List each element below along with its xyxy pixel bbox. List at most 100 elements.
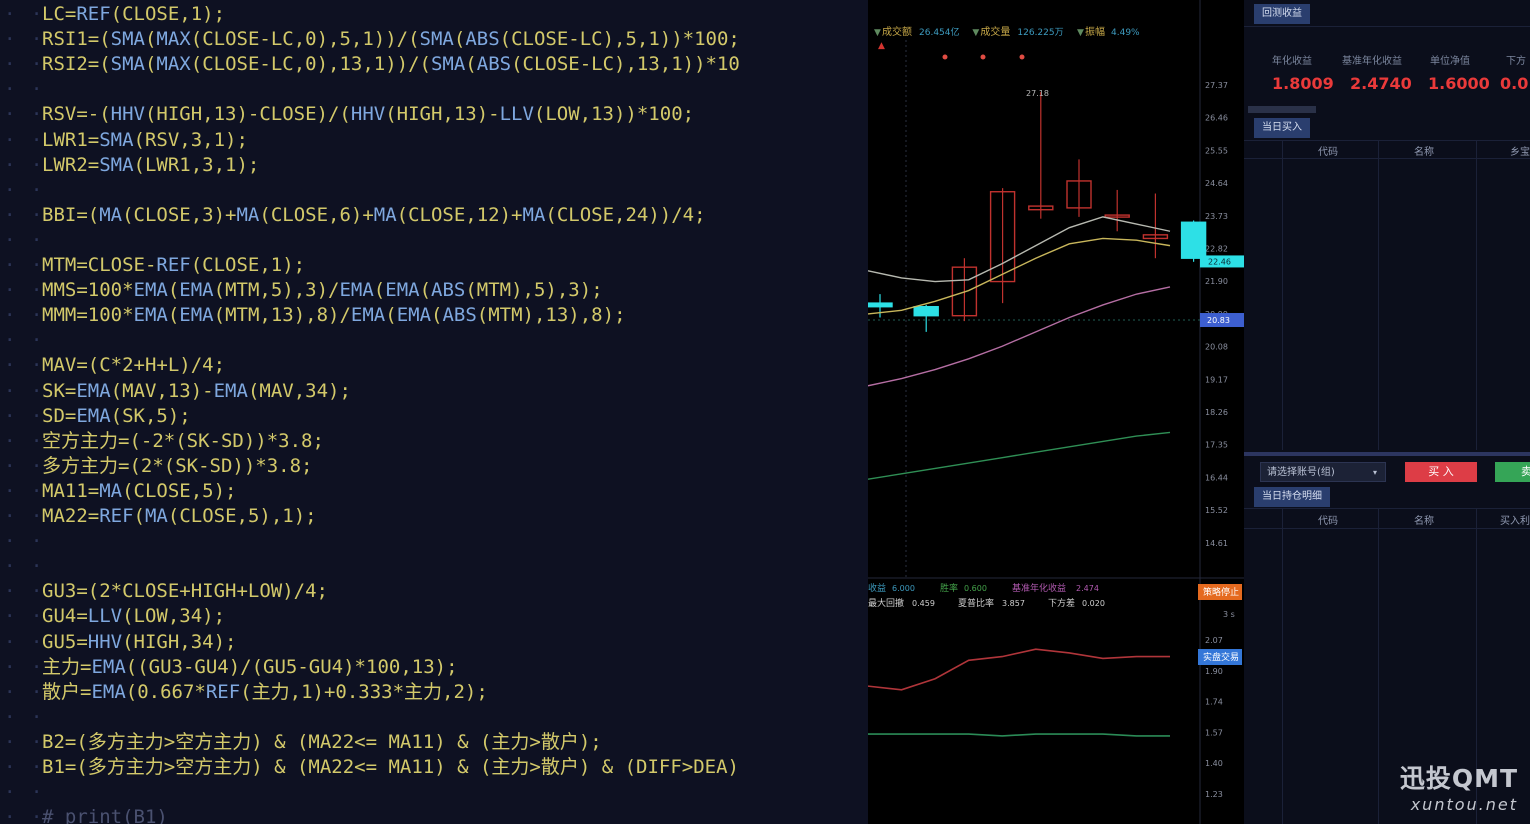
indent-guide: · · <box>4 28 45 51</box>
indicator-line <box>868 733 1170 737</box>
code-line[interactable]: · · LWR1=SMA(RSV,3,1); <box>0 128 868 153</box>
indent-guide: · · <box>4 555 45 578</box>
price-tick-label: 14.61 <box>1205 539 1228 548</box>
code-line[interactable]: · · RSV=-(HHV(HIGH,13)-CLOSE)/(HHV(HIGH,1… <box>0 102 868 127</box>
position-col-name: 名称 <box>1414 516 1434 527</box>
signal-dot <box>1019 54 1025 60</box>
backtest-side-panel: 回测收益 年化收益 1.8009 基准年化收益 2.4740 单位净值 1.60… <box>1244 0 1530 824</box>
stat-value-unit-nav: 1.6000 <box>1428 74 1490 93</box>
price-tick-label: 23.73 <box>1205 212 1228 221</box>
sub-header-label: 胜率 <box>940 582 958 594</box>
tab-today-positions[interactable]: 当日持仓明细 <box>1254 487 1330 507</box>
code-line[interactable]: · · <box>0 77 868 102</box>
header-value: 4.49% <box>1111 28 1140 38</box>
code-line[interactable]: · · 空方主力=(-2*(SK-SD))*3.8; <box>0 429 868 454</box>
sub-header-value: 6.000 <box>892 584 915 593</box>
code-line[interactable]: · · <box>0 705 868 730</box>
code-line[interactable]: · · MTM=CLOSE-REF(CLOSE,1); <box>0 253 868 278</box>
current-price-text: 22.46 <box>1208 257 1231 266</box>
code-line[interactable]: · · B2=(多方主力>空方主力) & (MA22<= MA11) & (主力>… <box>0 730 868 755</box>
indent-guide: · · <box>4 630 45 653</box>
buy-button[interactable]: 买 入 <box>1405 462 1477 482</box>
stock-chart-panel[interactable]: ▼ 成交额 26.454亿 ▼ 成交量 126.225万 ▼ 振幅 4.49% ▲ 27.37 26.… <box>868 0 1244 824</box>
high-price-label: 27.18 <box>1026 89 1049 98</box>
code-line[interactable]: · · <box>0 529 868 554</box>
code-line[interactable]: · · <box>0 328 868 353</box>
code-line-text: MMM=100*EMA(EMA(MTM,13),8)/EMA(EMA(ABS(M… <box>42 304 626 327</box>
sub-header-label: 基准年化收益 <box>1012 582 1066 594</box>
sub-header-label: 下方差 <box>1048 597 1075 609</box>
code-line[interactable]: · · <box>0 554 868 579</box>
indent-guide: · · <box>4 705 45 728</box>
indicator-line <box>868 648 1170 691</box>
code-line[interactable]: · · RSI2=(SMA(MAX(CLOSE-LC,0),13,1))/(SMA… <box>0 52 868 77</box>
code-line-text: MAV=(C*2+H+L)/4; <box>42 354 226 377</box>
sell-button[interactable]: 卖 <box>1495 462 1530 482</box>
indent-guide: · · <box>4 304 45 327</box>
code-line[interactable]: · · B1=(多方主力>空方主力) & (MA22<= MA11) & (主力>… <box>0 755 868 780</box>
code-line[interactable]: · · <box>0 780 868 805</box>
code-line[interactable]: · · MAV=(C*2+H+L)/4; <box>0 353 868 378</box>
price-tick-label: 27.37 <box>1205 81 1228 90</box>
code-line[interactable]: · · BBI=(MA(CLOSE,3)+MA(CLOSE,6)+MA(CLOSE… <box>0 203 868 228</box>
code-line-text: B2=(多方主力>空方主力) & (MA22<= MA11) & (主力>散户)… <box>42 730 602 753</box>
base-price-text: 20.83 <box>1207 316 1230 325</box>
indent-guide: · · <box>4 254 45 276</box>
stat-label-annual-return: 年化收益 <box>1272 56 1312 67</box>
code-line[interactable]: · · LWR2=SMA(LWR1,3,1); <box>0 153 868 178</box>
indent-guide: · · <box>4 128 45 151</box>
tab-backtest-returns[interactable]: 回测收益 <box>1254 4 1310 24</box>
moving-average-line <box>868 216 1171 283</box>
indent-guide: · · <box>4 806 45 824</box>
sub-header-label: 夏普比率 <box>958 597 994 609</box>
code-line[interactable]: · · 散户=EMA(0.667*REF(主力,1)+0.333*主力,2); <box>0 680 868 705</box>
code-line[interactable]: · · MA22=REF(MA(CLOSE,5),1); <box>0 504 868 529</box>
code-line[interactable]: · · 多方主力=(2*(SK-SD))*3.8; <box>0 454 868 479</box>
header-arrow-icon: ▼ <box>874 28 881 38</box>
signal-dot <box>980 54 986 60</box>
code-line[interactable]: · · SK=EMA(MAV,13)-EMA(MAV,34); <box>0 379 868 404</box>
horizontal-scrollbar[interactable] <box>1248 106 1316 113</box>
code-line[interactable]: · · GU4=LLV(LOW,34); <box>0 604 868 629</box>
code-line-text: GU4=LLV(LOW,34); <box>42 605 226 628</box>
header-value: 126.225万 <box>1017 28 1063 38</box>
moving-average-line <box>868 237 1171 315</box>
code-line-text: SD=EMA(SK,5); <box>42 404 191 427</box>
sub-tick-label: 1.74 <box>1205 698 1223 707</box>
code-line[interactable]: · · RSI1=(SMA(MAX(CLOSE-LC,0),5,1))/(SMA(… <box>0 27 868 52</box>
code-line-text: 多方主力=(2*(SK-SD))*3.8; <box>42 454 313 477</box>
price-tick-label: 17.35 <box>1205 441 1228 450</box>
code-line[interactable]: · · LC=REF(CLOSE,1); <box>0 2 868 27</box>
code-editor[interactable]: · · LC=REF(CLOSE,1); · · RSI1=(SMA(MAX(CLOS… <box>0 0 868 824</box>
indent-guide: · · <box>4 756 45 778</box>
sub-header-label: 最大回撤 <box>868 597 904 609</box>
code-line[interactable]: · · GU3=(2*CLOSE+HIGH+LOW)/4; <box>0 579 868 604</box>
code-line[interactable]: · · 主力=EMA((GU3-GU4)/(GU5-GU4)*100,13); <box>0 655 868 680</box>
code-line[interactable]: · · MA11=MA(CLOSE,5); <box>0 479 868 504</box>
code-line[interactable]: · · <box>0 228 868 253</box>
code-line-text: SK=EMA(MAV,13)-EMA(MAV,34); <box>42 379 351 402</box>
code-line[interactable]: · · MMM=100*EMA(EMA(MTM,13),8)/EMA(EMA(AB… <box>0 303 868 328</box>
code-line-text: RSI1=(SMA(MAX(CLOSE-LC,0),5,1))/(SMA(ABS… <box>42 28 740 51</box>
code-line[interactable]: · · GU5=HHV(HIGH,34); <box>0 630 868 655</box>
code-line[interactable]: · · SD=EMA(SK,5); <box>0 404 868 429</box>
tab-today-buy[interactable]: 当日买入 <box>1254 118 1310 138</box>
code-line-text: MA11=MA(CLOSE,5); <box>42 479 237 502</box>
code-line[interactable]: · · # print(B1) <box>0 805 868 824</box>
price-tick-label: 16.44 <box>1205 473 1228 482</box>
code-line-text: B1=(多方主力>空方主力) & (MA22<= MA11) & (主力>散户)… <box>42 756 739 778</box>
indent-guide: · · <box>4 429 45 452</box>
moving-average-line <box>868 286 1171 387</box>
stat-value-annual-return: 1.8009 <box>1272 74 1334 93</box>
code-line-text: GU5=HHV(HIGH,34); <box>42 630 237 653</box>
code-line[interactable]: · · MMS=100*EMA(EMA(MTM,5),3)/EMA(EMA(ABS… <box>0 278 868 303</box>
indent-guide: · · <box>4 153 45 176</box>
sub-tick-label: 1.57 <box>1205 728 1223 737</box>
header-label: 成交额 <box>882 25 912 38</box>
indent-guide: · · <box>4 3 45 25</box>
indent-guide: · · <box>4 103 45 126</box>
account-select[interactable]: 请选择账号(组) ▾ <box>1260 462 1386 482</box>
stat-value-downside: 0.01 <box>1500 74 1530 93</box>
moving-average-line <box>868 431 1171 480</box>
code-line[interactable]: · · <box>0 178 868 203</box>
